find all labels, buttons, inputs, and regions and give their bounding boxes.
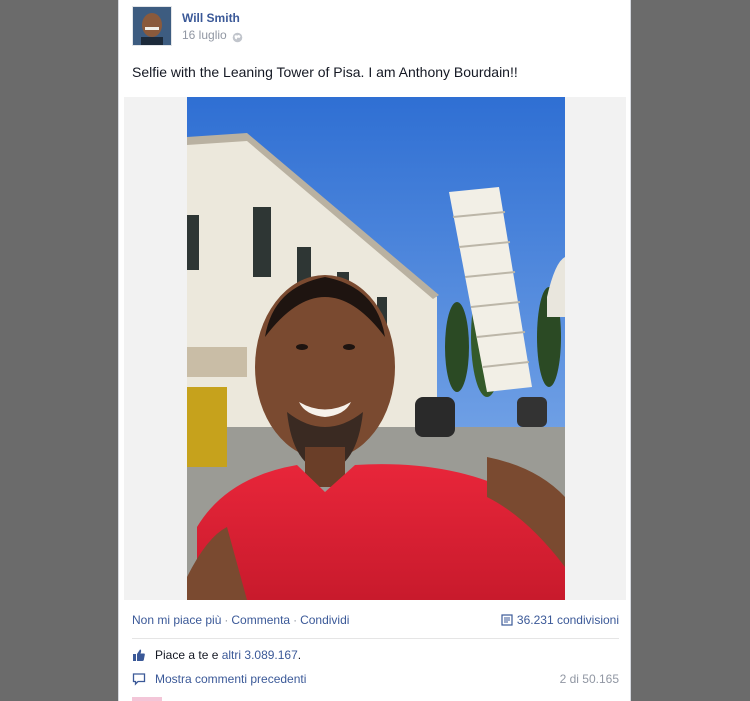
separator: · bbox=[224, 613, 229, 627]
comment-link[interactable]: Commenta bbox=[231, 613, 290, 627]
likes-summary: Piace a te e altri 3.089.167 . bbox=[132, 647, 619, 663]
post-media bbox=[124, 97, 626, 600]
selfie-photo[interactable] bbox=[187, 97, 565, 600]
author-name-link[interactable]: Will Smith bbox=[182, 11, 240, 25]
divider bbox=[132, 638, 619, 639]
likes-suffix: . bbox=[297, 648, 302, 662]
comment-bubble-icon bbox=[132, 672, 146, 686]
post-card: Will Smith 16 luglio Selfie with the Lea… bbox=[118, 0, 631, 701]
show-previous-comments-link[interactable]: Mostra commenti precedenti bbox=[155, 672, 306, 686]
comment-avatar-partial bbox=[132, 697, 162, 701]
globe-icon bbox=[232, 30, 243, 42]
thumbs-up-icon bbox=[132, 648, 146, 662]
unlike-link[interactable]: Non mi piace più bbox=[132, 613, 221, 627]
separator: · bbox=[293, 613, 298, 627]
shares-count-label[interactable]: 36.231 condivisioni bbox=[517, 613, 619, 627]
share-count-icon bbox=[501, 614, 513, 626]
post-meta: 16 luglio bbox=[182, 28, 243, 42]
post-date[interactable]: 16 luglio bbox=[182, 28, 227, 42]
comments-count: 2 di 50.165 bbox=[559, 672, 619, 686]
author-avatar[interactable] bbox=[132, 6, 172, 46]
share-link[interactable]: Condividi bbox=[300, 613, 349, 627]
likes-others-link[interactable]: altri 3.089.167 bbox=[222, 648, 298, 662]
post-message: Selfie with the Leaning Tower of Pisa. I… bbox=[132, 64, 518, 80]
shares-count[interactable]: 36.231 condivisioni bbox=[501, 613, 619, 627]
likes-prefix: Piace a te e bbox=[155, 648, 222, 662]
comments-summary: Mostra commenti precedenti 2 di 50.165 bbox=[132, 671, 619, 687]
post-actions: Non mi piace più · Commenta · Condividi … bbox=[132, 611, 619, 629]
